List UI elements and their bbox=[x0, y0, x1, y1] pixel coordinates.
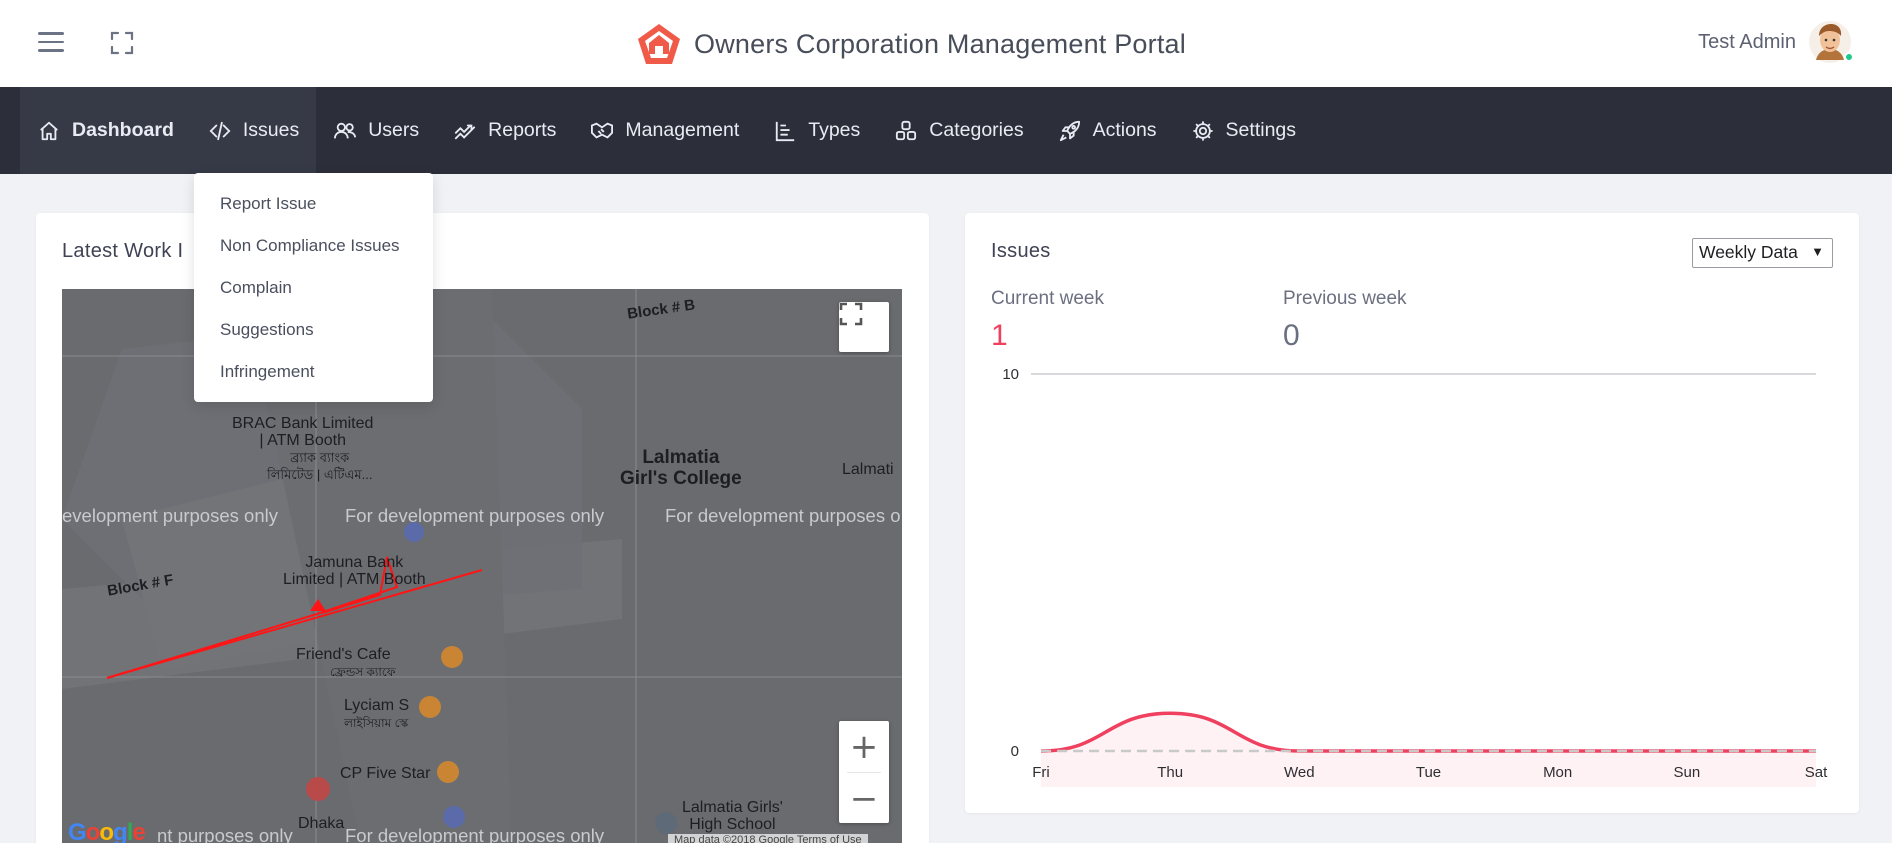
map-label-brac: BRAC Bank Limited | ATM Booth bbox=[232, 415, 374, 449]
google-map[interactable]: Block # B Block # F BRAC Bank Limited | … bbox=[62, 289, 902, 843]
map-label-friends-cafe: Friend's Cafe bbox=[296, 646, 391, 663]
nav-label-categories: Categories bbox=[929, 119, 1024, 141]
issues-card: Issues Weekly Data ▼ Current week 1 Prev… bbox=[965, 213, 1859, 813]
map-label-brac-bn: ব্র্যাক ব্যাংক লিমিটেড | এটিএম... bbox=[267, 450, 373, 482]
food-pin-icon bbox=[437, 761, 459, 783]
nav-item-users[interactable]: Users bbox=[316, 87, 436, 174]
y-tick-label: 10 bbox=[1002, 366, 1019, 383]
restaurant-pin-icon bbox=[419, 696, 441, 718]
avatar[interactable] bbox=[1808, 20, 1854, 64]
map-label-lyciam-bn: লাইসিয়াম স্কে bbox=[344, 716, 409, 730]
dev-watermark-2: For development purposes only bbox=[345, 505, 605, 526]
online-status-dot bbox=[1844, 52, 1854, 62]
x-tick-label: Mon bbox=[1543, 764, 1572, 781]
chart-line-icon bbox=[453, 119, 477, 143]
nav-item-categories[interactable]: Categories bbox=[877, 87, 1040, 174]
home-icon bbox=[37, 119, 61, 143]
map-fullscreen-button[interactable] bbox=[839, 302, 889, 352]
nav-item-actions[interactable]: Actions bbox=[1041, 87, 1174, 174]
issues-chart: 0 10 Fri Thu Wed Tue Mon Sun Sat bbox=[1002, 366, 1828, 787]
latest-work-card: Latest Work Is Block # B Block # F BRAC … bbox=[36, 213, 929, 843]
list-icon bbox=[773, 119, 797, 143]
hamburger-icon[interactable] bbox=[38, 32, 64, 52]
x-tick-label: Fri bbox=[1032, 764, 1050, 781]
map-label-friends-cafe-bn: ফ্রেন্ডস ক্যাফে bbox=[330, 665, 396, 679]
code-icon bbox=[208, 119, 232, 143]
map-background bbox=[62, 289, 902, 843]
brand: Owners Corporation Management Portal bbox=[636, 22, 1186, 66]
nav-item-settings[interactable]: Settings bbox=[1174, 87, 1313, 174]
user-name[interactable]: Test Admin bbox=[1698, 31, 1796, 54]
dropdown-item-non-compliance-issues[interactable]: Non Compliance Issues bbox=[194, 225, 433, 267]
nav-label-issues: Issues bbox=[242, 119, 300, 141]
zoom-out-button[interactable]: − bbox=[839, 773, 889, 824]
nav-item-dashboard[interactable]: Dashboard bbox=[20, 87, 191, 174]
dropdown-item-infringement[interactable]: Infringement bbox=[194, 351, 433, 393]
x-tick-label: Tue bbox=[1416, 764, 1441, 781]
nav-item-management[interactable]: Management bbox=[573, 87, 756, 174]
brand-logo bbox=[638, 24, 680, 64]
zoom-in-button[interactable]: + bbox=[839, 721, 889, 772]
nav-label-actions: Actions bbox=[1092, 119, 1157, 141]
map-label-lyciam: Lyciam S bbox=[344, 697, 410, 714]
users-icon bbox=[333, 119, 357, 143]
nav-item-types[interactable]: Types bbox=[756, 87, 877, 174]
dev-watermark-4: nt purposes only bbox=[157, 825, 293, 843]
dev-watermark-3: For development purposes o bbox=[665, 505, 901, 526]
nav-label-dashboard: Dashboard bbox=[72, 119, 174, 141]
google-logo: Google bbox=[68, 819, 146, 843]
map-label-dhaka: Dhaka bbox=[298, 815, 345, 832]
cafe-pin-icon bbox=[441, 646, 463, 668]
map-label-lalmatia-school: Lalmatia Girls' High School bbox=[682, 799, 783, 833]
latest-work-title-left: Latest Work I bbox=[62, 240, 184, 262]
dev-watermark-1: evelopment purposes only bbox=[62, 505, 278, 526]
map-label-lalmati: Lalmati bbox=[842, 461, 894, 478]
x-tick-label: Sun bbox=[1673, 764, 1700, 781]
map-label-jamuna: Jamuna Bank Limited | ATM Booth bbox=[283, 554, 426, 588]
nav-label-settings: Settings bbox=[1225, 119, 1297, 141]
gear-icon bbox=[1191, 119, 1215, 143]
user-menu[interactable]: Test Admin bbox=[1698, 16, 1854, 68]
map-zoom-controls: + − bbox=[839, 721, 889, 823]
fullscreen-icon[interactable] bbox=[110, 31, 134, 55]
issues-dropdown-menu: Report Issue Non Compliance Issues Compl… bbox=[194, 173, 433, 402]
nav-label-reports: Reports bbox=[488, 119, 557, 141]
nav-label-users: Users bbox=[368, 119, 420, 141]
nav-item-issues[interactable]: Issues bbox=[190, 87, 317, 174]
page-title: Owners Corporation Management Portal bbox=[694, 28, 1186, 59]
boxes-icon bbox=[894, 119, 918, 143]
nav-item-reports[interactable]: Reports bbox=[436, 87, 573, 174]
x-tick-label: Thu bbox=[1157, 764, 1183, 781]
latest-work-title: Latest Work Is bbox=[62, 240, 418, 263]
nav-label-types: Types bbox=[808, 119, 861, 141]
school-pin-icon bbox=[655, 812, 677, 834]
top-header: Owners Corporation Management Portal Tes… bbox=[0, 0, 1892, 87]
rocket-icon bbox=[1058, 119, 1082, 143]
handshake-icon bbox=[590, 119, 614, 143]
x-tick-label: Wed bbox=[1284, 764, 1315, 781]
expand-icon bbox=[839, 302, 863, 326]
map-label-lalmatia-college: Lalmatia Girl's College bbox=[620, 447, 742, 489]
map-label-cp-five-star: CP Five Star bbox=[340, 765, 431, 782]
nav-label-management: Management bbox=[625, 119, 740, 141]
main-nav: Dashboard Issues Users Reports Managemen… bbox=[0, 87, 1892, 174]
dropdown-item-complain[interactable]: Complain bbox=[194, 267, 433, 309]
map-attribution[interactable]: Map data ©2018 Google Terms of Use bbox=[668, 834, 868, 843]
dropdown-item-report-issue[interactable]: Report Issue bbox=[194, 183, 433, 225]
dev-watermark-5: For development purposes only bbox=[345, 825, 605, 843]
hospital-pin-icon bbox=[306, 777, 330, 801]
dropdown-item-suggestions[interactable]: Suggestions bbox=[194, 309, 433, 351]
x-tick-label: Sat bbox=[1805, 764, 1828, 781]
y-tick-label: 0 bbox=[1011, 743, 1019, 760]
